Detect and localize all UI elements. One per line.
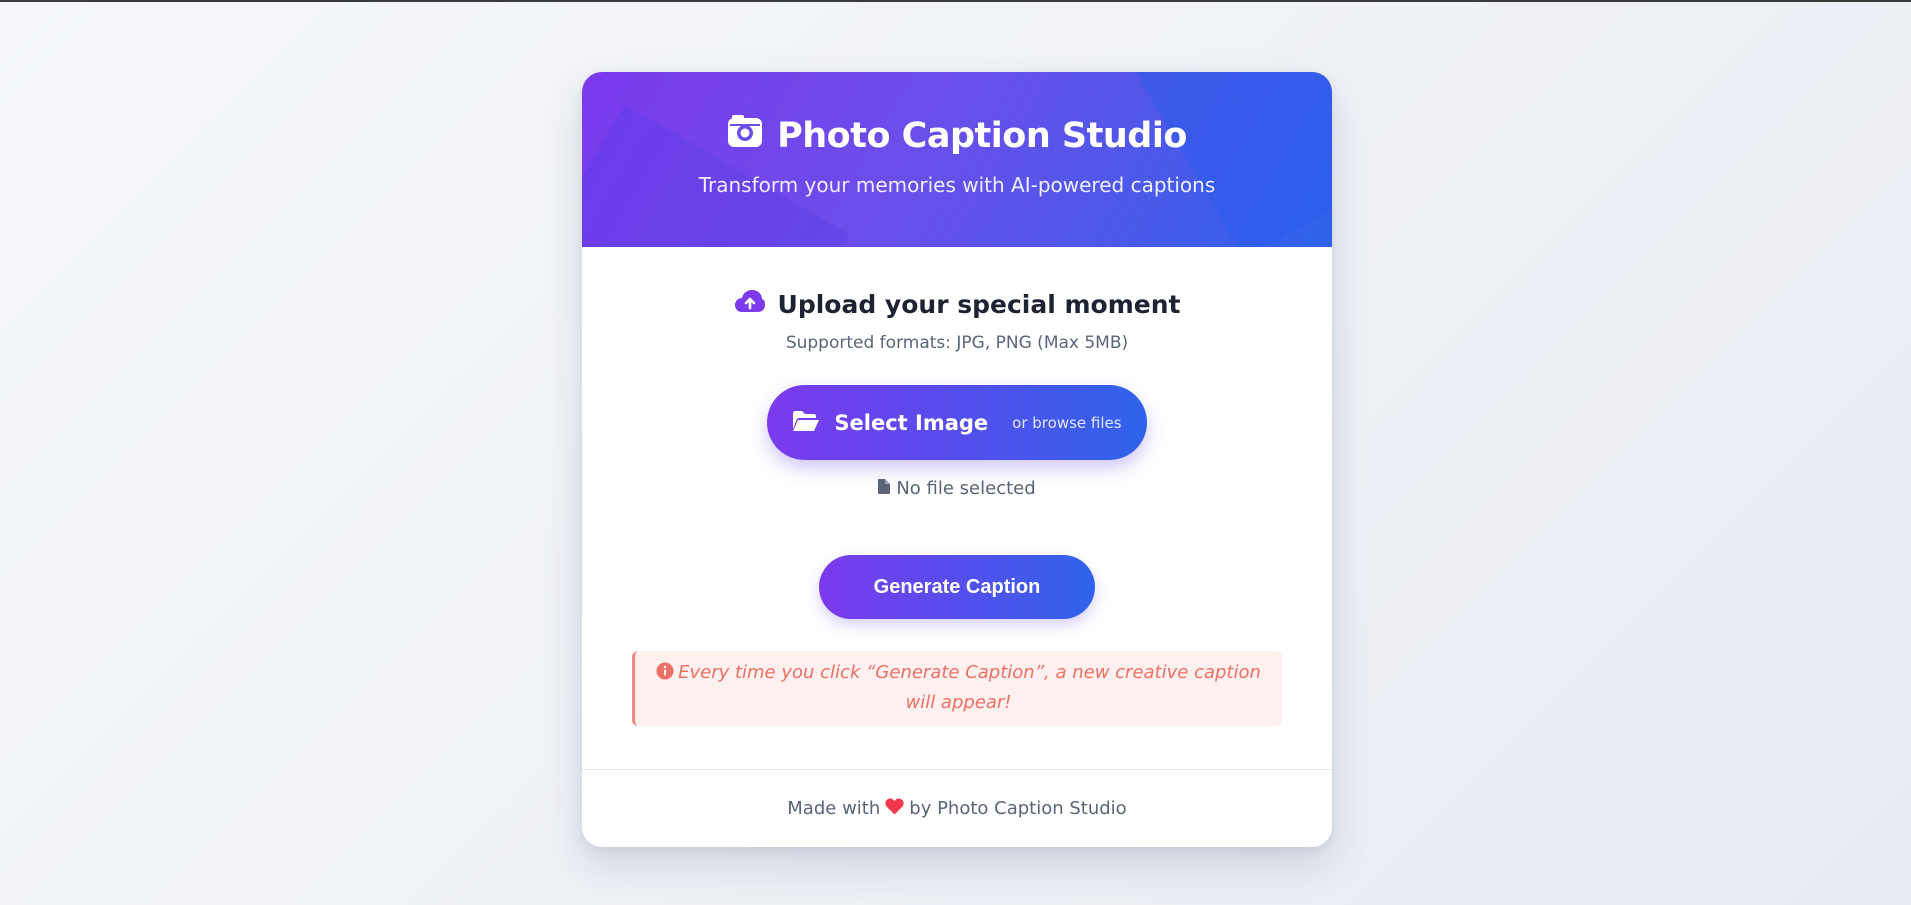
card-footer: Made with by Photo Caption Studio: [582, 769, 1332, 847]
footer-suffix: by Photo Caption Studio: [909, 798, 1127, 819]
folder-open-icon: [792, 410, 820, 436]
footer-prefix: Made with: [787, 798, 881, 819]
upload-title: Upload your special moment: [582, 289, 1332, 319]
file-status: No file selected: [582, 478, 1332, 499]
supported-formats: Supported formats: JPG, PNG (Max 5MB): [785, 333, 1129, 353]
info-notice: Every time you click “Generate Caption”,…: [632, 651, 1282, 726]
app-subtitle: Transform your memories with AI-powered …: [698, 173, 1216, 197]
info-notice-text: Every time you click “Generate Caption”,…: [678, 662, 1261, 713]
upload-title-text: Upload your special moment: [777, 289, 1181, 319]
app-title: Photo Caption Studio: [582, 72, 1332, 157]
select-image-label: Select Image: [834, 410, 989, 435]
app-title-text: Photo Caption Studio: [777, 115, 1187, 156]
file-icon: [878, 478, 891, 499]
main-card: Photo Caption Studio Transform your memo…: [582, 72, 1332, 847]
info-icon: [656, 661, 674, 689]
file-status-text: No file selected: [896, 478, 1036, 499]
camera-icon: [727, 114, 763, 157]
heart-icon: [885, 797, 904, 820]
generate-caption-button[interactable]: Generate Caption: [819, 555, 1095, 619]
cloud-upload-icon: [734, 289, 766, 319]
upload-section: Upload your special moment Supported for…: [582, 289, 1332, 726]
select-image-button[interactable]: Select Image or browse files: [767, 385, 1147, 460]
card-header: Photo Caption Studio Transform your memo…: [582, 72, 1332, 247]
browse-files-hint: or browse files: [1012, 413, 1122, 432]
